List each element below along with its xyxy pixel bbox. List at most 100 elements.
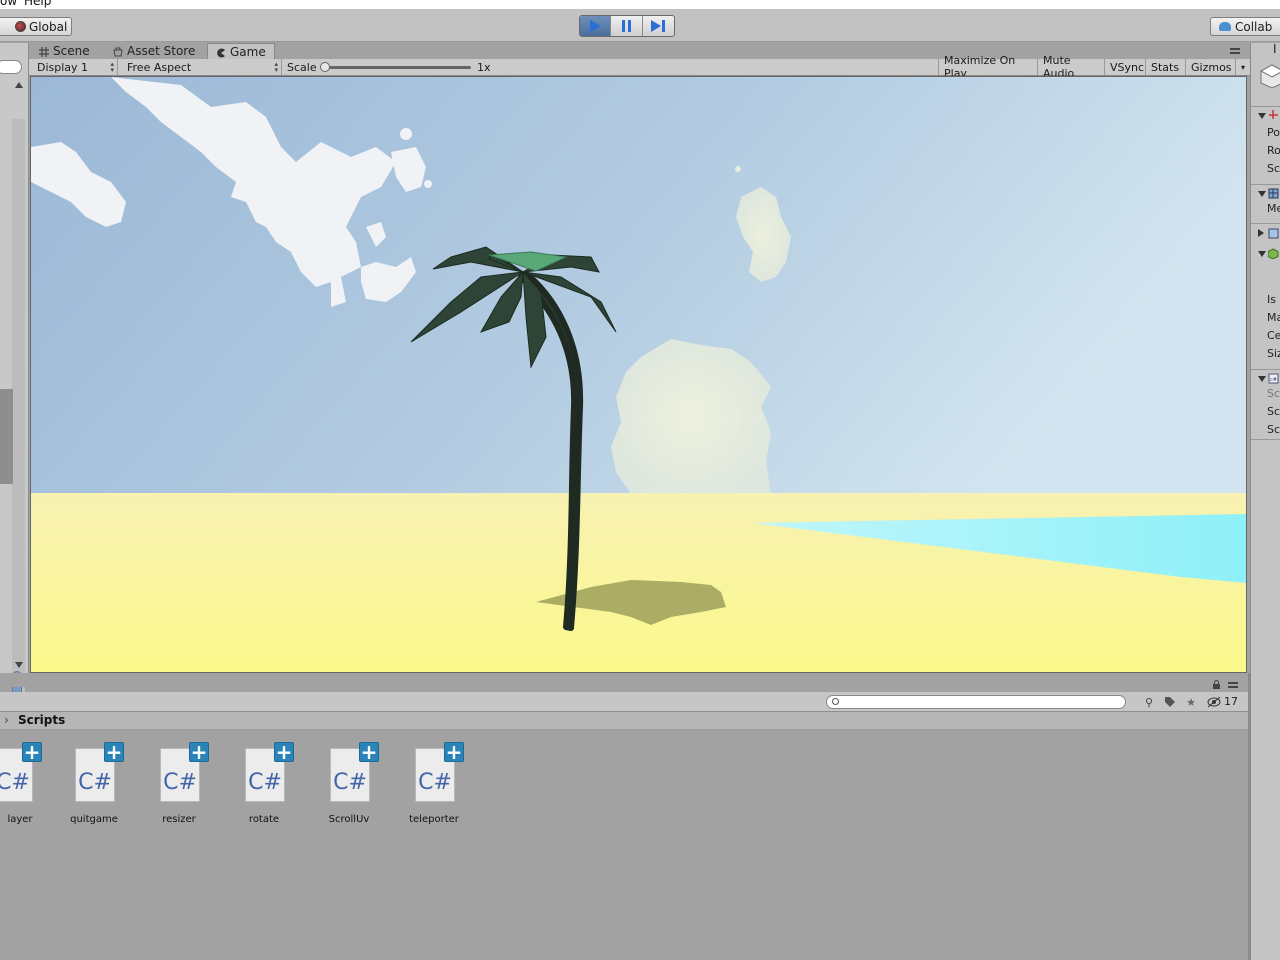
collapse-triangle-icon[interactable] <box>1258 376 1266 382</box>
aspect-select[interactable]: Free Aspect ▴ ▾ <box>122 59 282 75</box>
play-button[interactable] <box>580 16 612 36</box>
pause-icon <box>621 20 631 32</box>
pivot-rotation-global-button[interactable]: Global <box>0 17 72 36</box>
scroll-down-icon[interactable] <box>14 661 24 669</box>
mesh-label: Me <box>1267 202 1280 215</box>
vsync-toggle[interactable]: VSync <box>1105 59 1146 75</box>
global-label: Global <box>29 19 68 34</box>
stats-toggle[interactable]: Stats <box>1146 59 1186 75</box>
collapse-triangle-icon[interactable] <box>1258 113 1266 119</box>
separator <box>1251 223 1280 224</box>
tab-scene[interactable]: Scene <box>39 43 90 59</box>
csharp-glyph: C# <box>333 769 367 795</box>
menu-window[interactable]: ow <box>0 0 17 8</box>
aspect-select-value: Free Aspect <box>127 60 192 74</box>
tab-game[interactable]: Game <box>207 43 275 59</box>
filter-by-label-icon[interactable] <box>1163 695 1177 709</box>
cube-icon <box>1259 64 1280 89</box>
hierarchy-search-input[interactable] <box>0 60 22 74</box>
step-button[interactable] <box>643 16 674 36</box>
gizmos-dropdown[interactable]: ▾ <box>1236 59 1250 75</box>
scroll-up-icon[interactable] <box>14 81 24 89</box>
expand-triangle-icon[interactable] <box>1258 229 1264 237</box>
step-icon <box>651 20 666 32</box>
asset-item[interactable]: C# + quitgame <box>54 742 134 832</box>
asset-name: rotate <box>248 814 280 825</box>
separator <box>1251 184 1280 185</box>
hierarchy-scrollbar[interactable] <box>12 119 25 726</box>
scale-label-text: Scale <box>287 60 317 74</box>
csharp-glyph: C# <box>418 769 452 795</box>
project-search-input[interactable] <box>826 695 1126 709</box>
lock-icon[interactable] <box>1212 680 1221 689</box>
project-toolbar: ⚲ ★ 17 <box>0 692 1250 712</box>
collab-label: Collab <box>1235 19 1273 34</box>
asset-name: ScrollUv <box>328 814 370 825</box>
csharp-glyph: C# <box>0 769 30 795</box>
maximize-on-play-toggle[interactable]: Maximize On Play <box>938 54 1038 80</box>
game-viewport[interactable] <box>30 76 1247 673</box>
separator <box>1251 369 1280 370</box>
asset-name: teleporter <box>409 814 459 825</box>
project-panel-header <box>0 673 1250 689</box>
collab-button[interactable]: Collab <box>1210 17 1280 36</box>
asset-name: layer <box>7 814 33 825</box>
asset-item[interactable]: C# + rotate <box>224 742 304 832</box>
cloud-dot <box>735 166 741 172</box>
asset-name: quitgame <box>70 814 118 825</box>
filter-by-type-icon[interactable]: ⚲ <box>1142 695 1156 709</box>
scale-slider-track[interactable] <box>323 66 471 69</box>
scale-slider-knob[interactable] <box>320 62 330 72</box>
asset-item[interactable]: C# + layer <box>0 742 52 832</box>
panel-menu-icon[interactable] <box>1230 48 1240 54</box>
display-select[interactable]: Display 1 ▴ ▾ <box>32 59 118 75</box>
asset-name: resizer <box>162 814 196 825</box>
asset-item[interactable]: C# + resizer <box>139 742 219 832</box>
hidden-count: 17 <box>1224 695 1238 708</box>
dropdown-arrow-icon: ▾ <box>1241 62 1246 72</box>
asset-item[interactable]: C# + ScrollUv <box>309 742 389 832</box>
globe-icon <box>15 21 26 32</box>
scale-value: 1x <box>472 59 512 75</box>
transform-axis-icon <box>1269 110 1278 119</box>
gizmos-button[interactable]: Gizmos <box>1186 59 1236 75</box>
pause-button[interactable] <box>611 16 643 36</box>
add-icon: + <box>22 740 42 764</box>
scale-label: Scale <box>282 59 322 75</box>
breadcrumb-scripts[interactable]: Scripts <box>18 713 65 727</box>
mesh-renderer-icon <box>1268 228 1279 239</box>
menu-help[interactable]: Help <box>24 0 51 8</box>
separator <box>1251 106 1280 107</box>
svg-text:c#: c# <box>1270 377 1277 383</box>
breadcrumb: › Scripts <box>0 712 1250 730</box>
tab-scene-label: Scene <box>53 44 90 58</box>
panel-menu-icon[interactable] <box>1228 682 1238 688</box>
search-icon <box>832 698 839 705</box>
scale-label-inspector: Sc <box>1267 162 1280 175</box>
asset-item[interactable]: C# + teleporter <box>394 742 474 832</box>
panel-resize-handle[interactable] <box>0 389 13 484</box>
position-label: Po <box>1267 126 1280 139</box>
inspector-panel: I Po Ro Sc Me Is Ma Ce Siz c# Sc Sc Sc <box>1250 42 1280 960</box>
mute-audio-toggle[interactable]: Mute Audio <box>1038 54 1105 80</box>
tab-asset-store[interactable]: Asset Store <box>113 43 195 59</box>
hidden-eye-icon[interactable] <box>1207 696 1221 708</box>
favorite-star-icon[interactable]: ★ <box>1184 695 1198 709</box>
tab-game-label: Game <box>230 44 266 59</box>
add-icon: + <box>444 740 464 764</box>
panel-divider[interactable] <box>1248 673 1250 960</box>
mesh-filter-icon <box>1268 188 1279 199</box>
game-scene <box>31 77 1246 672</box>
collapse-triangle-icon[interactable] <box>1258 251 1266 257</box>
inspector-title: I <box>1273 42 1277 56</box>
chevron-right-icon[interactable]: › <box>4 713 9 727</box>
project-assets-area: C# + layer C# + quitgame C# + resizer C#… <box>0 730 1250 960</box>
main-toolbar: Global Collab <box>0 9 1280 42</box>
hash-icon <box>39 46 49 57</box>
add-icon: + <box>104 740 124 764</box>
play-icon <box>590 20 602 32</box>
cloud-icon <box>1219 22 1231 31</box>
is-trigger-label: Is <box>1267 293 1276 306</box>
collapse-triangle-icon[interactable] <box>1258 191 1266 197</box>
box-collider-icon <box>1268 248 1279 259</box>
